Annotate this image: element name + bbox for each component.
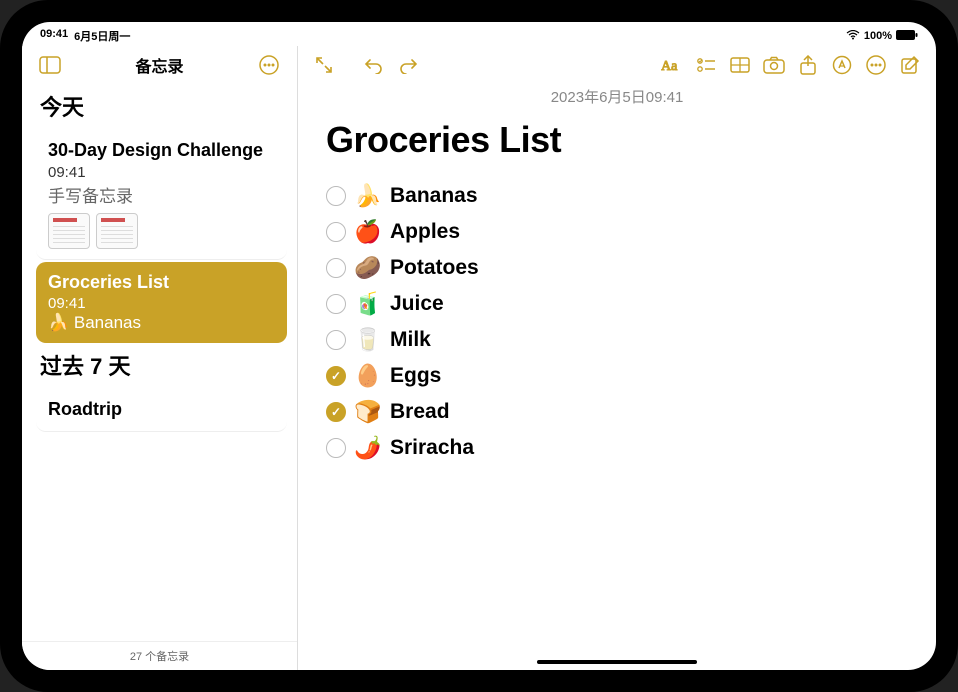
item-label: Apples <box>390 220 460 244</box>
table-button[interactable] <box>726 51 754 79</box>
item-label: Bread <box>390 400 450 424</box>
note-list-item[interactable]: 30-Day Design Challenge 09:41手写备忘录 <box>36 130 287 260</box>
item-emoji: 🌶️ <box>354 435 382 461</box>
sidebar-footer: 27 个备忘录 <box>22 641 297 670</box>
home-indicator[interactable] <box>537 660 697 664</box>
item-emoji: 🍞 <box>354 399 382 425</box>
ipad-frame: 09:41 6月5日周一 100% 备忘录 <box>0 0 958 692</box>
item-label: Eggs <box>390 364 441 388</box>
share-button[interactable] <box>794 51 822 79</box>
sidebar-toolbar: 备忘录 <box>22 46 297 84</box>
editor-more-button[interactable] <box>862 51 890 79</box>
svg-text:Aa: Aa <box>661 59 678 74</box>
undo-button[interactable] <box>360 51 388 79</box>
editor-content[interactable]: Groceries List 🍌 Bananas 🍎 Apples 🥔 Potatoes 🧃… <box>298 107 936 670</box>
battery-icon <box>896 30 918 43</box>
note-item-title: Groceries List <box>48 272 275 294</box>
checkbox-checked-icon[interactable] <box>326 366 346 386</box>
checklist-item[interactable]: 🌶️ Sriracha <box>326 435 908 461</box>
app-body: 备忘录 今天30-Day Design Challenge09:41手写备忘录G… <box>22 46 936 670</box>
status-date: 6月5日周一 <box>74 28 130 44</box>
note-item-preview: 🍌 Bananas <box>48 313 275 333</box>
expand-button[interactable] <box>310 51 338 79</box>
sidebar-title: 备忘录 <box>135 53 183 77</box>
sidebar: 备忘录 今天30-Day Design Challenge09:41手写备忘录G… <box>22 46 298 670</box>
checkbox-unchecked-icon[interactable] <box>326 186 346 206</box>
status-time: 09:41 <box>40 28 68 44</box>
thumbnail <box>96 213 138 249</box>
checklist-item[interactable]: 🍌 Bananas <box>326 183 908 209</box>
notes-section-header: 今天 <box>40 90 287 122</box>
item-label: Sriracha <box>390 436 474 460</box>
item-emoji: 🥔 <box>354 255 382 281</box>
checklist-button[interactable] <box>692 51 720 79</box>
checkbox-unchecked-icon[interactable] <box>326 258 346 278</box>
battery-percent: 100% <box>864 30 892 42</box>
item-label: Potatoes <box>390 256 479 280</box>
text-format-button[interactable]: Aa <box>658 51 686 79</box>
camera-button[interactable] <box>760 51 788 79</box>
checklist-item[interactable]: 🥛 Milk <box>326 327 908 353</box>
checkbox-checked-icon[interactable] <box>326 402 346 422</box>
note-title[interactable]: Groceries List <box>326 119 908 161</box>
item-label: Juice <box>390 292 444 316</box>
notes-section-header: 过去 7 天 <box>40 349 287 381</box>
compose-button[interactable] <box>896 51 924 79</box>
checklist[interactable]: 🍌 Bananas 🍎 Apples 🥔 Potatoes 🧃 Juice 🥛 Milk 🥚 Eggs… <box>326 183 908 461</box>
item-emoji: 🍌 <box>354 183 382 209</box>
item-label: Bananas <box>390 184 478 208</box>
checkbox-unchecked-icon[interactable] <box>326 330 346 350</box>
note-item-preview: 手写备忘录 <box>48 182 275 207</box>
redo-button[interactable] <box>394 51 422 79</box>
notes-list[interactable]: 今天30-Day Design Challenge09:41手写备忘录Groce… <box>22 84 297 641</box>
item-emoji: 🥛 <box>354 327 382 353</box>
checklist-item[interactable]: 🍞 Bread <box>326 399 908 425</box>
editor-toolbar: Aa <box>298 46 936 84</box>
thumbnail <box>48 213 90 249</box>
note-date: 2023年6月5日09:41 <box>298 86 936 107</box>
note-thumbnails <box>48 213 275 249</box>
sidebar-toggle-button[interactable] <box>36 51 64 79</box>
item-label: Milk <box>390 328 431 352</box>
status-bar: 09:41 6月5日周一 100% <box>22 26 936 46</box>
screen: 09:41 6月5日周一 100% 备忘录 <box>22 22 936 670</box>
note-list-item[interactable]: Roadtrip <box>36 389 287 432</box>
item-emoji: 🥚 <box>354 363 382 389</box>
checklist-item[interactable]: 🥔 Potatoes <box>326 255 908 281</box>
checklist-item[interactable]: 🥚 Eggs <box>326 363 908 389</box>
note-item-title: 30-Day Design Challenge <box>48 140 275 162</box>
note-item-time: 09:41 <box>48 164 275 181</box>
checkbox-unchecked-icon[interactable] <box>326 222 346 242</box>
note-list-item[interactable]: Groceries List09:41🍌 Bananas <box>36 262 287 344</box>
note-item-title: Roadtrip <box>48 399 275 421</box>
item-emoji: 🍎 <box>354 219 382 245</box>
sidebar-more-button[interactable] <box>255 51 283 79</box>
checklist-item[interactable]: 🧃 Juice <box>326 291 908 317</box>
checkbox-unchecked-icon[interactable] <box>326 294 346 314</box>
note-item-time: 09:41 <box>48 295 275 312</box>
checklist-item[interactable]: 🍎 Apples <box>326 219 908 245</box>
checkbox-unchecked-icon[interactable] <box>326 438 346 458</box>
item-emoji: 🧃 <box>354 291 382 317</box>
editor-pane: ••• Aa <box>298 46 936 670</box>
markup-button[interactable] <box>828 51 856 79</box>
wifi-icon <box>846 30 860 43</box>
